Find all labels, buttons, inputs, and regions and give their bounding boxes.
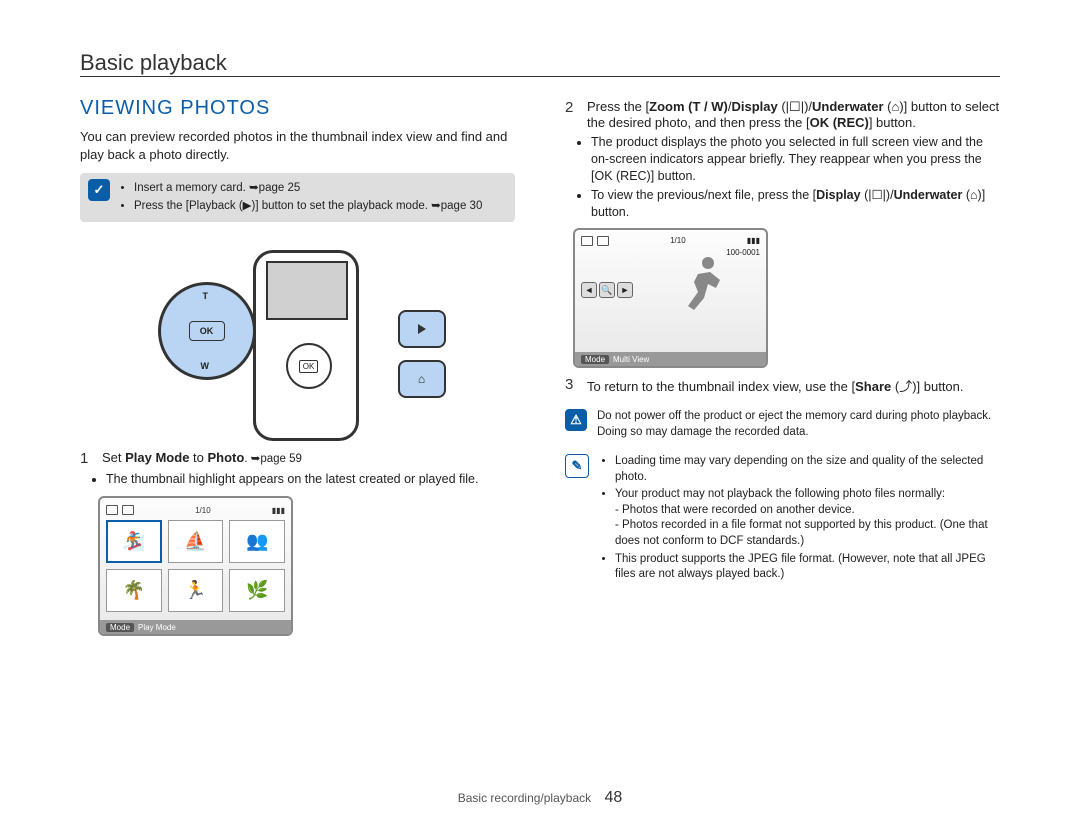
column-right: 2 Press the [Zoom (T / W)/Display (|☐|)/… <box>565 91 1000 644</box>
tip-item: Insert a memory card. ➥page 25 <box>134 181 482 197</box>
step-number: 3 <box>565 376 579 395</box>
lcd-thumbnail-view: 1/10 ▮▮▮ 🏂 ⛵ 👥 🌴 🏃 🌿 Mode Play Mode <box>98 496 293 636</box>
lcd-indicator-icons <box>106 505 134 515</box>
photo-mode-icon <box>597 236 609 246</box>
camera-illustration: T OK W OK ⌂ <box>128 240 468 440</box>
lcd-topbar: 1/10 ▮▮▮ <box>106 504 285 516</box>
note-box: ✎ Loading time may vary depending on the… <box>565 454 1000 584</box>
underwater-button-callout: ⌂ <box>398 360 446 398</box>
control-pad-zoom: T OK W <box>158 282 256 380</box>
zoom-w-label: W <box>201 361 210 371</box>
counter: 1/10 <box>195 506 211 515</box>
prev-icon: ◄ <box>581 282 597 298</box>
ok-button-label: OK <box>189 321 225 341</box>
playback-button-callout <box>398 310 446 348</box>
tip-item: Press the [Playback (▶)] button to set t… <box>134 199 482 215</box>
step-text: Press the [Zoom (T / W)/Display (|☐|)/Un… <box>587 99 1000 130</box>
counter: 1/10 <box>670 236 686 246</box>
step-text: To return to the thumbnail index view, u… <box>587 376 1000 395</box>
tip-box: ✓ Insert a memory card. ➥page 25 Press t… <box>80 173 515 222</box>
step-3: 3 To return to the thumbnail index view,… <box>565 376 1000 395</box>
camera-screen-icon <box>266 261 348 320</box>
checkmark-icon: ✓ <box>88 179 110 201</box>
page-footer: Basic recording/playback 48 <box>0 789 1080 807</box>
mode-chip: Mode <box>581 355 609 364</box>
step-2-bullets: The product displays the photo you selec… <box>579 134 1000 220</box>
footer-section: Basic recording/playback <box>458 791 591 805</box>
battery-icon: ▮▮▮ <box>272 506 285 515</box>
page: Basic playback VIEWING PHOTOS You can pr… <box>0 0 1080 825</box>
lcd-indicator-icons <box>581 236 609 246</box>
page-title: Basic playback <box>80 50 1000 76</box>
zoom-icon: 🔍 <box>599 282 615 298</box>
note-icon: ✎ <box>565 454 589 478</box>
thumbnail: 🌿 <box>229 569 285 612</box>
tip-list: Insert a memory card. ➥page 25 Press the… <box>118 179 482 216</box>
page-number: 48 <box>604 789 622 806</box>
step-2: 2 Press the [Zoom (T / W)/Display (|☐|)/… <box>565 99 1000 130</box>
bottom-label: Play Mode <box>138 623 176 632</box>
title-rule <box>80 76 1000 77</box>
prev-next-controls: ◄ 🔍 ► <box>581 282 633 298</box>
thumbnail-grid: 🏂 ⛵ 👥 🌴 🏃 🌿 <box>106 520 285 612</box>
battery-icon: ▮▮▮ <box>747 236 760 246</box>
lcd-fullscreen-view: 1/10 ▮▮▮ 100-0001 ◄ 🔍 ► Mode Multi View <box>573 228 768 368</box>
step-1-bullets: The thumbnail highlight appears on the l… <box>94 471 515 488</box>
next-icon: ► <box>617 282 633 298</box>
caution-box: ⚠ Do not power off the product or eject … <box>565 409 1000 440</box>
bottom-label: Multi View <box>613 355 649 364</box>
step-number: 2 <box>565 99 579 130</box>
note-item: This product supports the JPEG file form… <box>615 552 1000 583</box>
zoom-t-label: T <box>203 291 209 301</box>
thumbnail: ⛵ <box>168 520 224 563</box>
caution-text: Do not power off the product or eject th… <box>597 409 1000 440</box>
thumbnail: 🌴 <box>106 569 162 612</box>
note-body: Loading time may vary depending on the s… <box>599 454 1000 584</box>
skater-silhouette-icon <box>678 252 738 322</box>
underwater-icon: ⌂ <box>418 372 425 386</box>
thumbnail-selected: 🏂 <box>106 520 162 563</box>
mode-chip: Mode <box>106 623 134 632</box>
step-1: 1 Set Play Mode to Photo. ➥page 59 <box>80 450 515 467</box>
column-left: VIEWING PHOTOS You can preview recorded … <box>80 91 515 644</box>
two-column-layout: VIEWING PHOTOS You can preview recorded … <box>80 91 1000 644</box>
thumbnail: 🏃 <box>168 569 224 612</box>
thumbnail: 👥 <box>229 520 285 563</box>
intro-text: You can preview recorded photos in the t… <box>80 128 515 163</box>
lcd-bottombar: Mode Play Mode <box>100 620 291 634</box>
photo-mode-icon <box>122 505 134 515</box>
step-text: Set Play Mode to Photo. ➥page 59 <box>102 450 515 467</box>
camera-control-ring: OK <box>286 343 332 389</box>
bullet: To view the previous/next file, press th… <box>591 187 1000 221</box>
sd-card-icon <box>106 505 118 515</box>
lcd-bottombar: Mode Multi View <box>575 352 766 366</box>
bullet: The product displays the photo you selec… <box>591 134 1000 185</box>
note-item: Loading time may vary depending on the s… <box>615 454 1000 485</box>
note-item: Your product may not playback the follow… <box>615 487 1000 549</box>
step-number: 1 <box>80 450 94 467</box>
bullet: The thumbnail highlight appears on the l… <box>106 471 515 488</box>
section-heading: VIEWING PHOTOS <box>80 97 515 120</box>
play-icon <box>418 324 426 334</box>
sd-card-icon <box>581 236 593 246</box>
lcd-topbar: 1/10 ▮▮▮ <box>581 236 760 246</box>
camera-body: OK <box>253 250 359 441</box>
caution-icon: ⚠ <box>565 409 587 431</box>
